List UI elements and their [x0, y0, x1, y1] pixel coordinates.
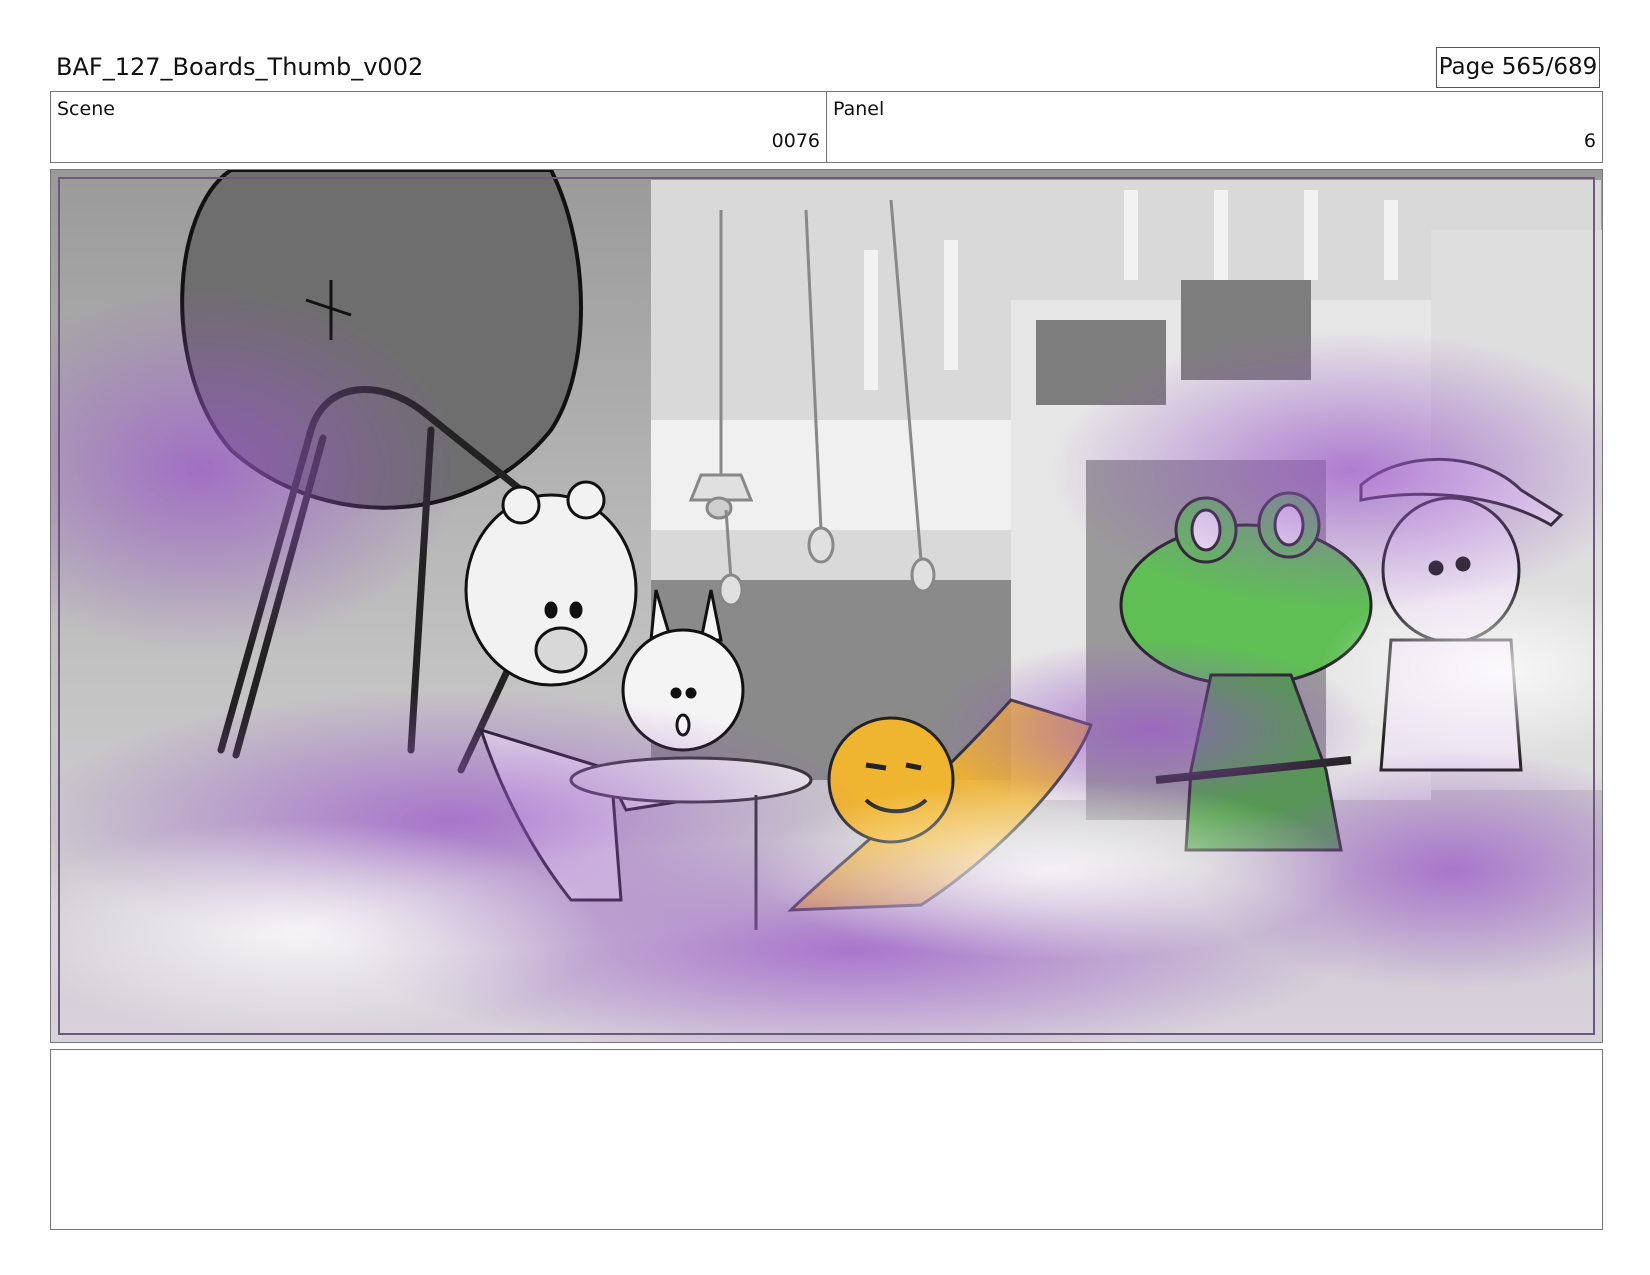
scene-number: 0076: [771, 130, 820, 152]
notes-box[interactable]: [50, 1049, 1603, 1230]
panel-number: 6: [1583, 130, 1596, 152]
info-row: Scene 0076 Panel 6: [50, 91, 1603, 163]
panel-cell: Panel 6: [826, 92, 1602, 162]
storyboard-image: [51, 170, 1602, 1042]
scene-label: Scene: [57, 98, 115, 120]
scene-cell: Scene 0076: [51, 92, 826, 162]
panel-label: Panel: [833, 98, 885, 120]
page-number: Page 565/689: [1436, 47, 1600, 88]
document-title: BAF_127_Boards_Thumb_v002: [56, 53, 424, 81]
storyboard-panel: [50, 169, 1603, 1043]
